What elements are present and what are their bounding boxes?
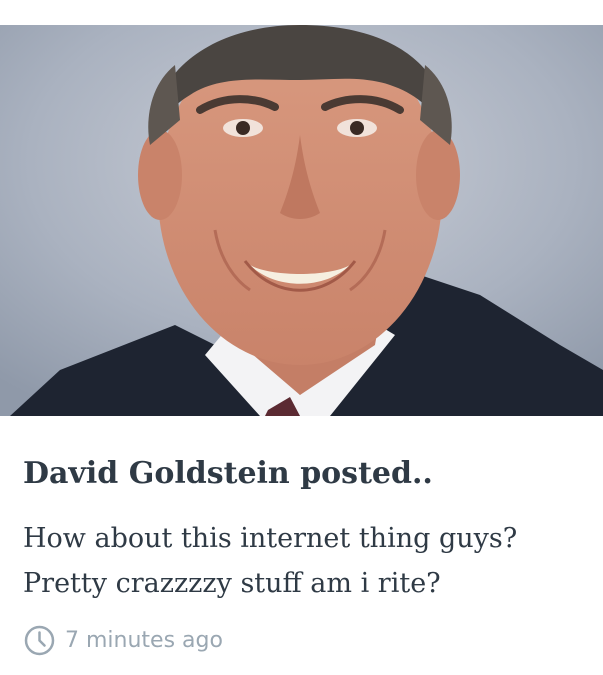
- post-meta: 7 minutes ago: [24, 622, 223, 658]
- post-photo: [0, 25, 603, 416]
- post-author-title: David Goldstein posted..: [23, 456, 433, 491]
- post-body-text: How about this internet thing guys? Pret…: [23, 523, 518, 599]
- post-timestamp: 7 minutes ago: [65, 627, 223, 653]
- author-portrait: [0, 25, 603, 416]
- clock-icon: [24, 625, 55, 656]
- post-card: David Goldstein posted.. How about this …: [0, 0, 603, 675]
